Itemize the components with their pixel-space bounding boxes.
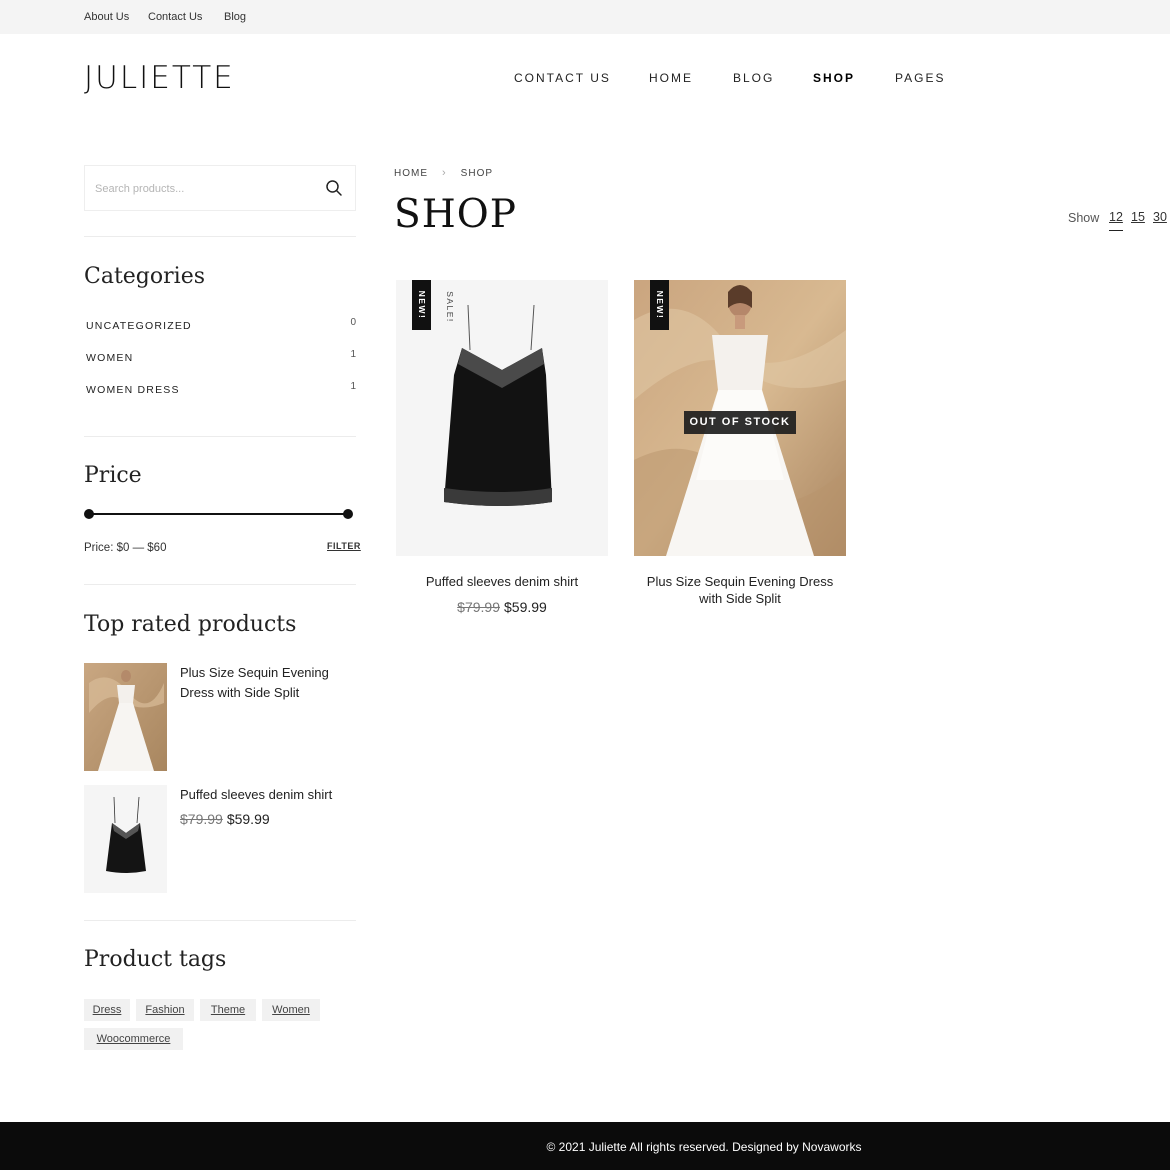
divider xyxy=(84,584,356,585)
page-title: SHOP xyxy=(394,192,517,237)
topbar-link-blog[interactable]: Blog xyxy=(224,11,246,23)
tag-woocommerce[interactable]: Woocommerce xyxy=(84,1028,183,1050)
tag-dress[interactable]: Dress xyxy=(84,999,130,1021)
top-rated-thumb-slip[interactable] xyxy=(84,785,167,893)
category-item[interactable]: UNCATEGORIZED 0 xyxy=(86,317,356,336)
search-input[interactable] xyxy=(95,179,315,199)
top-rated-title: Top rated products xyxy=(84,612,297,637)
filter-button[interactable]: FILTER xyxy=(327,541,361,551)
black-slip-dress-image[interactable] xyxy=(84,785,167,893)
product-name[interactable]: Plus Size Sequin Evening Dress with Side… xyxy=(634,573,846,607)
tag-theme[interactable]: Theme xyxy=(200,999,256,1021)
nav-item-pages[interactable]: PAGES xyxy=(895,71,945,85)
price-title: Price xyxy=(84,463,142,488)
nav-item-contact-us[interactable]: CONTACT US xyxy=(514,71,611,85)
nav-item-home[interactable]: HOME xyxy=(649,71,693,85)
topbar-link-about[interactable]: About Us xyxy=(84,11,129,23)
footer: © 2021 Juliette All rights reserved. Des… xyxy=(0,1122,1170,1170)
old-price: $79.99 xyxy=(180,811,223,827)
product-card-evening-dress[interactable]: NEW! OUT OF STOCK xyxy=(634,280,846,556)
white-gown-image[interactable] xyxy=(84,663,167,771)
top-bar: About Us Contact Us Blog xyxy=(0,0,1170,34)
price-slider-max-handle[interactable] xyxy=(343,509,353,519)
show-option-30[interactable]: 30 xyxy=(1153,210,1167,224)
show-option-15[interactable]: 15 xyxy=(1131,210,1145,224)
breadcrumb: HOME › SHOP xyxy=(394,167,493,179)
sale-price: $59.99 xyxy=(226,811,270,827)
price-slider-track[interactable] xyxy=(89,513,348,515)
category-count: 1 xyxy=(350,381,356,392)
topbar-link-contact[interactable]: Contact Us xyxy=(148,11,202,23)
top-rated-price: $79.99 $59.99 xyxy=(180,811,270,827)
sale-badge: SALE! xyxy=(444,291,455,323)
top-rated-thumb-dress[interactable] xyxy=(84,663,167,771)
show-label: Show xyxy=(1068,211,1100,225)
category-count: 1 xyxy=(350,349,356,360)
copyright-text: © 2021 Juliette All rights reserved. Des… xyxy=(546,1140,862,1154)
price-range-label: Price: $0 — $60 xyxy=(84,542,167,554)
tag-women[interactable]: Women xyxy=(262,999,320,1021)
categories-title: Categories xyxy=(84,264,205,289)
category-name[interactable]: UNCATEGORIZED xyxy=(86,320,192,332)
old-price: $79.99 xyxy=(457,599,500,615)
product-card-slip-dress[interactable]: NEW! SALE! xyxy=(396,280,608,556)
nav-item-shop[interactable]: SHOP xyxy=(813,71,855,85)
new-badge: NEW! xyxy=(650,280,669,330)
breadcrumb-home[interactable]: HOME xyxy=(394,168,428,179)
category-item[interactable]: WOMEN 1 xyxy=(86,349,356,368)
category-name[interactable]: WOMEN xyxy=(86,352,133,364)
breadcrumb-current: SHOP xyxy=(460,168,494,179)
divider xyxy=(84,236,356,237)
category-count: 0 xyxy=(350,317,356,328)
top-rated-name[interactable]: Puffed sleeves denim shirt xyxy=(180,785,356,805)
product-search xyxy=(84,165,356,211)
price-slider-min-handle[interactable] xyxy=(84,509,94,519)
out-of-stock-badge: OUT OF STOCK xyxy=(684,411,796,434)
search-icon[interactable] xyxy=(325,179,343,197)
site-logo[interactable]: JULIETTE xyxy=(84,60,235,96)
sale-price: $59.99 xyxy=(504,599,547,615)
new-badge: NEW! xyxy=(412,280,431,330)
product-tags-title: Product tags xyxy=(84,947,227,972)
breadcrumb-separator: › xyxy=(442,167,447,179)
divider xyxy=(84,436,356,437)
category-name[interactable]: WOMEN DRESS xyxy=(86,384,180,396)
show-option-12[interactable]: 12 xyxy=(1109,210,1123,231)
product-price: $79.99 $59.99 xyxy=(396,599,608,615)
tag-fashion[interactable]: Fashion xyxy=(136,999,194,1021)
product-name[interactable]: Puffed sleeves denim shirt xyxy=(396,573,608,590)
nav-item-blog[interactable]: BLOG xyxy=(733,71,774,85)
divider xyxy=(84,920,356,921)
category-item[interactable]: WOMEN DRESS 1 xyxy=(86,381,356,400)
top-rated-name[interactable]: Plus Size Sequin Evening Dress with Side… xyxy=(180,663,356,703)
